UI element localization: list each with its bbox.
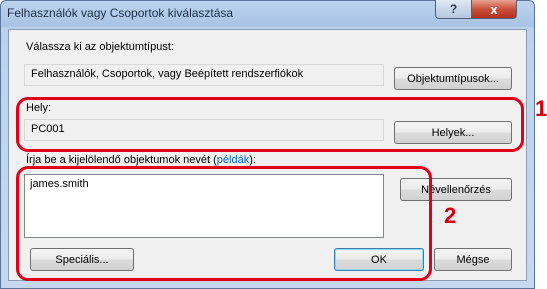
annotation-marker-2: 2	[444, 203, 457, 228]
object-type-label: Válassza ki az objektumtípust:	[26, 41, 174, 53]
examples-link[interactable]: példák	[217, 154, 249, 166]
help-icon: ?	[449, 2, 458, 16]
cancel-button[interactable]: Mégse	[434, 248, 512, 271]
names-label: Írja be a kijelölendő objektumok nevét (…	[26, 154, 256, 166]
names-label-prefix: Írja be a kijelölendő objektumok nevét (	[26, 154, 217, 166]
names-label-suffix: ):	[249, 154, 256, 166]
help-button[interactable]: ?	[435, 0, 472, 19]
close-icon: x	[490, 1, 498, 17]
highlight-names-section	[16, 166, 432, 281]
object-type-field: Felhasználók, Csoportok, vagy Beépített …	[24, 64, 384, 86]
window-title: Felhasználók vagy Csoportok kiválasztása	[7, 6, 234, 20]
close-button[interactable]: x	[471, 0, 517, 19]
annotation-marker-1: 1	[535, 96, 547, 121]
object-types-button[interactable]: Objektumtípusok...	[394, 67, 512, 90]
highlight-location-section	[16, 97, 524, 152]
